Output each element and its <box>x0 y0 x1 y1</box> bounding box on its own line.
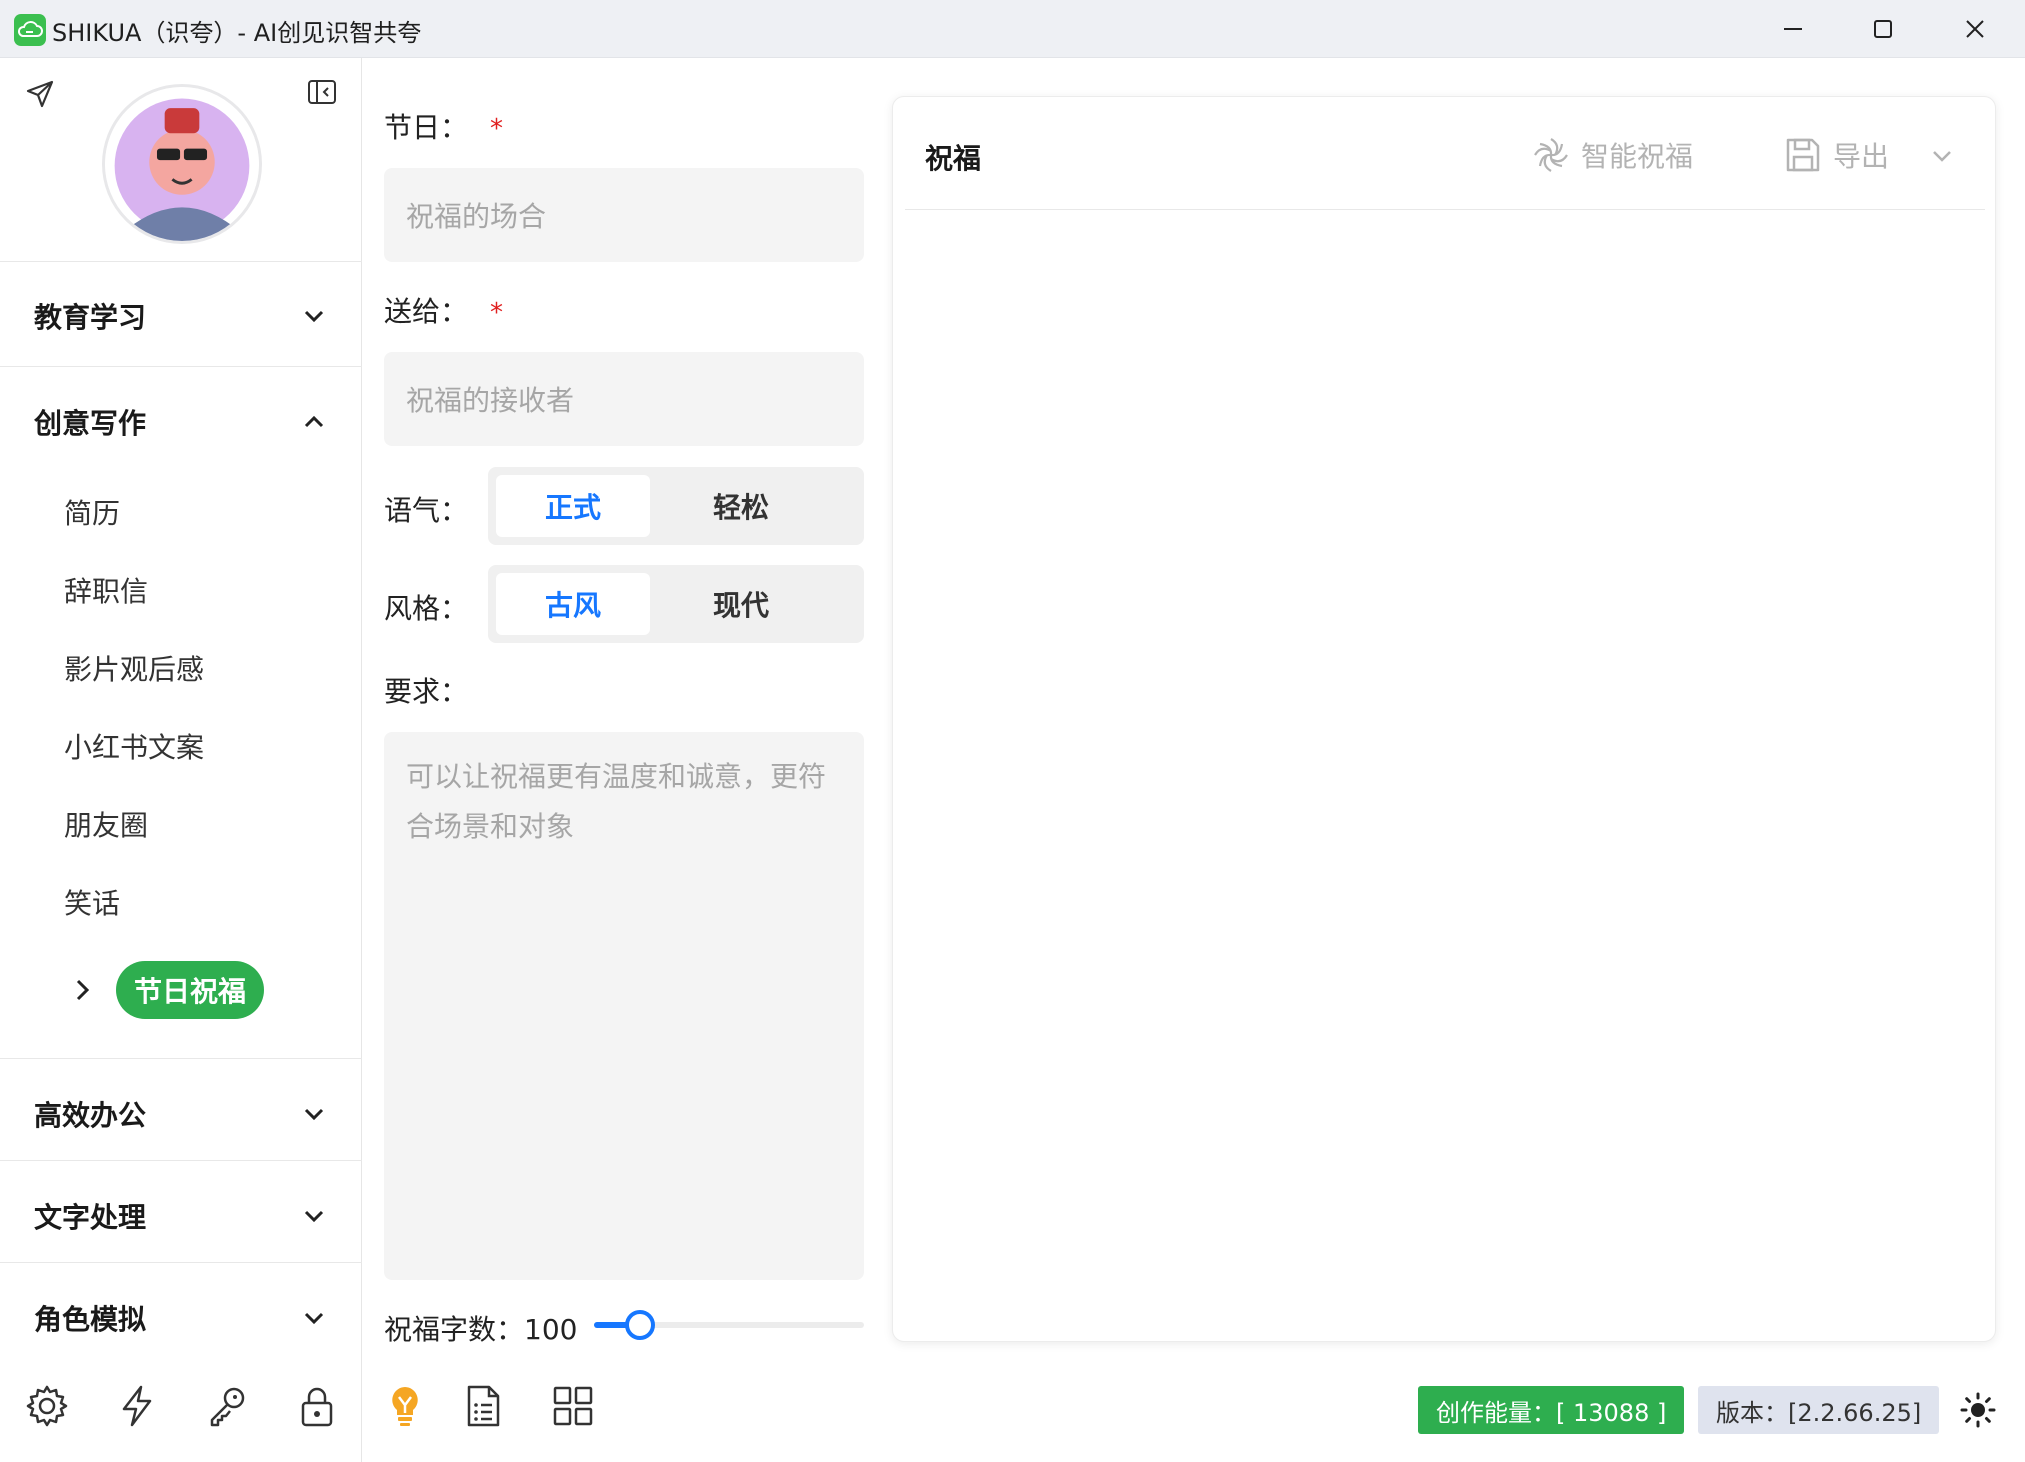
style-label: 风格： <box>384 592 469 625</box>
word-count-slider-handle[interactable] <box>624 1310 655 1340</box>
tone-option-casual[interactable]: 轻松 <box>664 475 818 537</box>
sidebar-item-resignation[interactable]: 辞职信 <box>64 570 148 610</box>
category-label: 角色模拟 <box>34 1303 147 1336</box>
sidebar-item-moments[interactable]: 朋友圈 <box>64 804 148 844</box>
send-icon[interactable] <box>24 78 56 110</box>
category-label: 创意写作 <box>34 407 147 440</box>
category-creative-writing[interactable]: 创意写作 <box>0 372 362 472</box>
category-education[interactable]: 教育学习 <box>0 266 362 366</box>
chevron-down-icon[interactable] <box>1927 141 1957 171</box>
maximize-icon <box>1874 20 1892 38</box>
chevron-down-icon <box>304 310 324 323</box>
category-office[interactable]: 高效办公 <box>0 1064 362 1164</box>
export-label: 导出 <box>1833 140 1890 173</box>
smart-greeting-label: 智能祝福 <box>1581 140 1694 173</box>
minimize-icon <box>1784 28 1802 30</box>
avatar[interactable] <box>102 84 262 244</box>
style-option-classical[interactable]: 古风 <box>496 573 650 635</box>
divider <box>0 261 362 262</box>
recipient-label: 送给： * <box>384 290 503 330</box>
chevron-down-icon <box>304 1210 324 1223</box>
divider <box>905 209 1985 210</box>
chevron-up-icon <box>304 415 324 428</box>
active-item-label: 节日祝福 <box>116 961 265 1019</box>
sidebar-item-holiday-greeting[interactable]: 节日祝福 <box>68 961 268 1019</box>
required-mark: * <box>490 298 504 328</box>
divider <box>0 1058 362 1059</box>
close-button[interactable] <box>1930 0 2020 58</box>
sun-icon[interactable] <box>1960 1392 1996 1428</box>
word-count-value: 100 <box>524 1313 578 1346</box>
document-list-icon[interactable] <box>460 1383 506 1429</box>
lock-icon[interactable] <box>294 1383 340 1429</box>
category-text-processing[interactable]: 文字处理 <box>0 1166 362 1266</box>
chevron-right-icon <box>76 979 90 1001</box>
sidebar-item-jokes[interactable]: 笑话 <box>64 882 120 922</box>
close-icon <box>1966 20 1984 38</box>
tone-segmented-control: 正式 轻松 <box>488 467 864 545</box>
sidebar-item-resume[interactable]: 简历 <box>64 492 120 532</box>
sidebar-item-movie-review[interactable]: 影片观后感 <box>64 648 204 688</box>
export-button[interactable]: 导出 <box>1783 131 1889 179</box>
tone-option-formal[interactable]: 正式 <box>496 475 650 537</box>
chevron-down-icon <box>304 1312 324 1325</box>
category-label: 教育学习 <box>34 301 147 334</box>
window-title: SHIKUA（识夸）- AI创见识智共夸 <box>52 19 422 47</box>
recipient-input[interactable]: 祝福的接收者 <box>384 352 864 446</box>
maximize-button[interactable] <box>1838 0 1928 58</box>
version-badge: 版本：[2.2.66.25] <box>1698 1386 1940 1434</box>
save-icon <box>1786 138 1820 172</box>
ai-spark-icon <box>1534 138 1568 172</box>
chevron-down-icon <box>304 1108 324 1121</box>
lightning-icon[interactable] <box>114 1383 160 1429</box>
collapse-sidebar-icon[interactable] <box>306 76 338 108</box>
key-icon[interactable] <box>204 1383 250 1429</box>
output-card: 祝福 智能祝福 导出 <box>892 96 1996 1342</box>
minimize-button[interactable] <box>1748 0 1838 58</box>
holiday-input[interactable]: 祝福的场合 <box>384 168 864 262</box>
sidebar: 教育学习 创意写作 简历 辞职信 影片观后感 小红书文案 朋友圈 笑话 节日祝福… <box>0 58 362 1462</box>
holiday-label: 节日： * <box>384 106 503 146</box>
lightbulb-icon[interactable] <box>382 1383 428 1429</box>
word-count-label-text: 祝福字数： <box>384 1313 525 1346</box>
holiday-label-text: 节日： <box>384 111 469 144</box>
cloud-logo-icon <box>14 14 46 46</box>
sidebar-item-xiaohongshu[interactable]: 小红书文案 <box>64 726 204 766</box>
style-option-modern[interactable]: 现代 <box>664 573 818 635</box>
requirements-label: 要求： <box>384 675 469 708</box>
energy-badge: 创作能量：[ 13088 ] <box>1418 1386 1685 1434</box>
category-role-play[interactable]: 角色模拟 <box>0 1268 362 1368</box>
category-label: 高效办公 <box>34 1099 147 1132</box>
category-label: 文字处理 <box>34 1201 147 1234</box>
divider <box>0 1160 362 1161</box>
style-segmented-control: 古风 现代 <box>488 565 864 643</box>
required-mark: * <box>490 114 504 144</box>
settings-icon[interactable] <box>24 1383 70 1429</box>
divider <box>0 1262 362 1263</box>
recipient-label-text: 送给： <box>384 295 469 328</box>
grid-icon[interactable] <box>550 1383 596 1429</box>
title-bar: SHIKUA（识夸）- AI创见识智共夸 <box>0 0 2025 58</box>
requirements-textarea[interactable]: 可以让祝福更有温度和诚意，更符合场景和对象 <box>384 732 864 1280</box>
smart-greeting-button[interactable]: 智能祝福 <box>1531 131 1693 179</box>
tone-label: 语气： <box>384 494 469 527</box>
output-title: 祝福 <box>925 142 982 175</box>
divider <box>0 366 362 367</box>
word-count-label: 祝福字数：100 <box>384 1308 577 1348</box>
